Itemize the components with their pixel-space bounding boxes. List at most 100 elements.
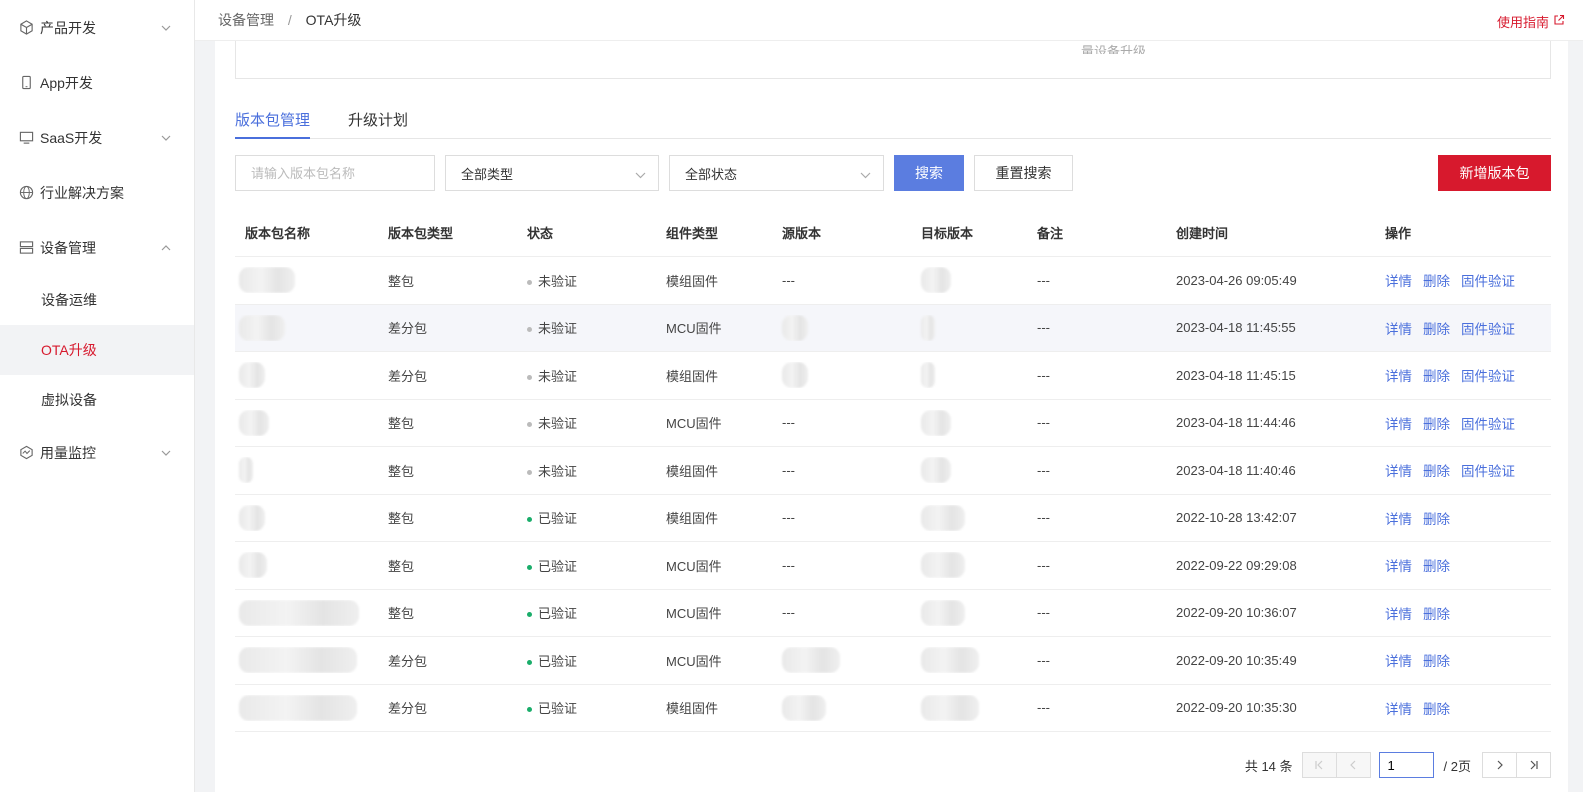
delete-link[interactable]: 删除 xyxy=(1423,559,1450,574)
search-button[interactable]: 搜索 xyxy=(894,155,964,191)
detail-link[interactable]: 详情 xyxy=(1385,654,1412,669)
delete-link[interactable]: 删除 xyxy=(1423,322,1450,337)
first-page-icon[interactable] xyxy=(1301,752,1337,778)
table-row: 整包 未验证 模组固件 --- --- 2023-04-26 09:05:49 详情 删除 固件… xyxy=(235,257,1551,305)
table-row: 差分包 未验证 模组固件 --- 2023-04-18 11:45:15 详情 删除 固件验证 xyxy=(235,352,1551,400)
status-cell: 已验证 xyxy=(538,653,578,669)
filter-bar: 全部类型 全部状态 搜索 重置搜索 新增版本包 xyxy=(235,155,1551,191)
detail-link[interactable]: 详情 xyxy=(1385,274,1412,289)
package-type-cell: 整包 xyxy=(388,416,415,432)
col-header-component: 组件类型 xyxy=(666,226,719,241)
next-page-icon[interactable] xyxy=(1482,752,1517,778)
col-header-target-version: 目标版本 xyxy=(921,226,974,241)
detail-link[interactable]: 详情 xyxy=(1385,559,1412,574)
target-version-redacted xyxy=(921,694,979,721)
type-select-value: 全部类型 xyxy=(461,166,514,182)
sidebar-item-product-dev[interactable]: 产品开发 xyxy=(0,0,194,55)
package-name-redacted xyxy=(239,694,357,721)
monitor-wave-icon xyxy=(18,445,34,461)
detail-link[interactable]: 详情 xyxy=(1385,607,1412,622)
status-select[interactable]: 全部状态 xyxy=(669,155,884,191)
monitor-icon xyxy=(18,130,34,146)
package-name-redacted xyxy=(239,552,267,579)
package-type-cell: 整包 xyxy=(388,273,415,289)
component-type-cell: MCU固件 xyxy=(666,416,722,432)
component-type-cell: MCU固件 xyxy=(666,606,722,622)
sidebar-item-industry-solutions[interactable]: 行业解决方案 xyxy=(0,165,194,220)
package-name-search-input[interactable] xyxy=(235,155,435,191)
firmware-verify-link[interactable]: 固件验证 xyxy=(1461,464,1515,479)
firmware-verify-link[interactable]: 固件验证 xyxy=(1461,417,1515,432)
delete-link[interactable]: 删除 xyxy=(1423,512,1450,527)
component-type-cell: MCU固件 xyxy=(666,653,722,669)
pagination: 共 14 条 / 2页 xyxy=(1245,751,1551,779)
detail-link[interactable]: 详情 xyxy=(1385,417,1412,432)
sidebar-item-ota-upgrade[interactable]: OTA升级 xyxy=(0,325,194,375)
package-type-cell: 差分包 xyxy=(388,321,428,337)
table-row: 整包 未验证 MCU固件 --- --- 2023-04-18 11:44:46 详情 删除固… xyxy=(235,400,1551,447)
detail-link[interactable]: 详情 xyxy=(1385,369,1412,384)
tab-package-management[interactable]: 版本包管理 xyxy=(235,109,311,139)
table-row: 差分包 已验证 MCU固件 --- 2022-09-20 10:35:49 详情 删除 xyxy=(235,637,1551,685)
component-type-cell: 模组固件 xyxy=(666,273,719,289)
package-type-cell: 整包 xyxy=(388,511,415,527)
created-time-cell: 2023-04-18 11:45:15 xyxy=(1176,367,1296,383)
chevron-down-icon xyxy=(860,167,871,182)
type-select[interactable]: 全部类型 xyxy=(445,155,659,191)
created-time-cell: 2022-09-20 10:36:07 xyxy=(1176,605,1297,621)
chevron-down-icon xyxy=(160,22,172,34)
sidebar-item-saas-dev[interactable]: SaaS开发 xyxy=(0,110,194,165)
sidebar-item-usage-monitor[interactable]: 用量监控 xyxy=(0,425,194,480)
delete-link[interactable]: 删除 xyxy=(1423,417,1450,432)
note-cell: --- xyxy=(1037,510,1050,526)
reset-search-button[interactable]: 重置搜索 xyxy=(974,155,1073,191)
upper-faded-text: 量设备升级 xyxy=(1081,44,1147,59)
firmware-verify-link[interactable]: 固件验证 xyxy=(1461,274,1515,289)
delete-link[interactable]: 删除 xyxy=(1423,464,1450,479)
firmware-verify-link[interactable]: 固件验证 xyxy=(1461,369,1515,384)
sidebar-item-label: SaaS开发 xyxy=(40,129,103,146)
status-dot-icon xyxy=(527,279,532,285)
detail-link[interactable]: 详情 xyxy=(1385,464,1412,479)
firmware-verify-link[interactable]: 固件验证 xyxy=(1461,322,1515,337)
sidebar-item-app-dev[interactable]: App开发 xyxy=(0,55,194,110)
delete-link[interactable]: 删除 xyxy=(1423,274,1450,289)
last-page-icon[interactable] xyxy=(1516,752,1551,778)
breadcrumb-parent[interactable]: 设备管理 xyxy=(218,12,274,28)
page-number-input[interactable] xyxy=(1378,752,1434,778)
created-time-cell: 2022-10-28 13:42:07 xyxy=(1176,510,1297,526)
breadcrumb-separator: / xyxy=(287,12,292,28)
add-package-button[interactable]: 新增版本包 xyxy=(1438,155,1551,191)
prev-page-icon[interactable] xyxy=(1335,752,1371,778)
package-name-redacted xyxy=(239,267,295,294)
target-version-redacted xyxy=(921,504,965,531)
sidebar-item-label: 设备管理 xyxy=(40,239,96,256)
status-dot-icon xyxy=(527,374,532,380)
delete-link[interactable]: 删除 xyxy=(1423,607,1450,622)
breadcrumb: 设备管理 / OTA升级 xyxy=(218,10,361,30)
sidebar-item-device-mgmt[interactable]: 设备管理 xyxy=(0,220,194,275)
table-body: 整包 未验证 模组固件 --- --- 2023-04-26 09:05:49 详情 删除 固件… xyxy=(235,257,1551,732)
detail-link[interactable]: 详情 xyxy=(1385,322,1412,337)
detail-link[interactable]: 详情 xyxy=(1385,512,1412,527)
package-name-redacted xyxy=(239,647,357,674)
delete-link[interactable]: 删除 xyxy=(1423,702,1450,717)
status-dot-icon xyxy=(527,707,532,713)
tab-upgrade-plan[interactable]: 升级计划 xyxy=(348,109,408,139)
target-version-redacted xyxy=(921,647,979,674)
package-type-cell: 差分包 xyxy=(388,653,428,669)
sidebar-item-virtual-device[interactable]: 虚拟设备 xyxy=(0,375,194,425)
created-time-cell: 2022-09-20 10:35:49 xyxy=(1176,652,1297,668)
note-cell: --- xyxy=(1037,272,1050,288)
sidebar-item-device-ops[interactable]: 设备运维 xyxy=(0,275,194,325)
delete-link[interactable]: 删除 xyxy=(1423,654,1450,669)
guide-link[interactable]: 使用指南 xyxy=(1497,12,1565,31)
table-row: 整包 已验证 MCU固件 --- --- 2022-09-22 09:29:08 详情 删除 xyxy=(235,542,1551,590)
note-cell: --- xyxy=(1037,415,1050,431)
delete-link[interactable]: 删除 xyxy=(1423,369,1450,384)
package-type-cell: 整包 xyxy=(388,606,415,622)
col-header-name: 版本包名称 xyxy=(245,226,311,241)
source-version-cell: --- xyxy=(782,605,795,621)
table-row: 整包 未验证 模组固件 --- --- 2023-04-18 11:40:46 详情 删除 固件… xyxy=(235,447,1551,495)
detail-link[interactable]: 详情 xyxy=(1385,702,1412,717)
